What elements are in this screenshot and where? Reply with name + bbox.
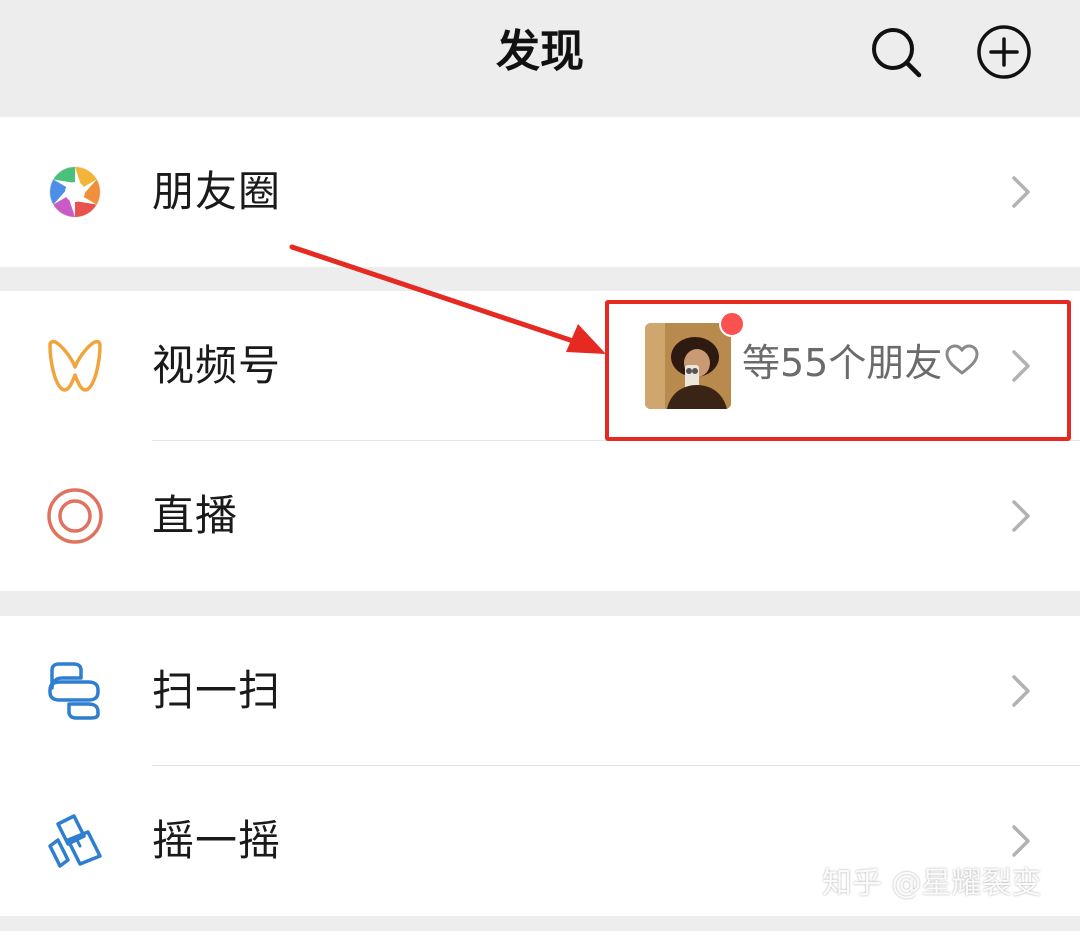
watermark: 知乎 @星耀裂变 — [822, 866, 1042, 901]
menu-label-moments: 朋友圈 — [152, 167, 282, 216]
chevron-right-icon — [1006, 671, 1036, 711]
friends-count-text: 等55个朋友 — [742, 341, 943, 385]
menu-item-live[interactable]: 直播 — [0, 441, 1080, 591]
search-button[interactable] — [866, 22, 926, 82]
chevron-right-icon — [1006, 172, 1036, 212]
menu-item-moments[interactable]: 朋友圈 — [0, 117, 1080, 267]
moments-aperture-icon — [44, 161, 106, 223]
channels-icon — [44, 335, 106, 397]
add-button[interactable] — [974, 22, 1034, 82]
search-icon — [872, 28, 922, 78]
discover-screen: 发现 朋友圈 视频号 等55个朋友 直播 扫一扫 摇一摇 知乎 @星耀裂变 — [0, 0, 1080, 931]
chevron-right-icon — [1006, 496, 1036, 536]
menu-item-scan[interactable]: 扫一扫 — [0, 616, 1080, 766]
unread-dot — [719, 311, 745, 337]
chevron-right-icon — [1006, 821, 1036, 861]
heart-outline-icon — [943, 341, 981, 379]
chevron-right-icon — [1006, 346, 1036, 386]
friend-video-thumbnail — [645, 323, 731, 409]
live-icon — [44, 485, 106, 547]
section-channels: 视频号 等55个朋友 直播 — [0, 291, 1080, 591]
menu-label-shake: 摇一摇 — [152, 816, 282, 865]
menu-label-live: 直播 — [152, 491, 239, 540]
menu-label-scan: 扫一扫 — [152, 666, 282, 715]
menu-label-channels: 视频号 — [152, 341, 282, 390]
top-bar: 发现 — [0, 0, 1080, 116]
shake-icon — [44, 810, 106, 872]
section-moments: 朋友圈 — [0, 117, 1080, 267]
plus-circle-icon — [977, 25, 1031, 79]
scan-icon — [44, 660, 106, 722]
menu-item-channels[interactable]: 视频号 等55个朋友 — [0, 291, 1080, 441]
